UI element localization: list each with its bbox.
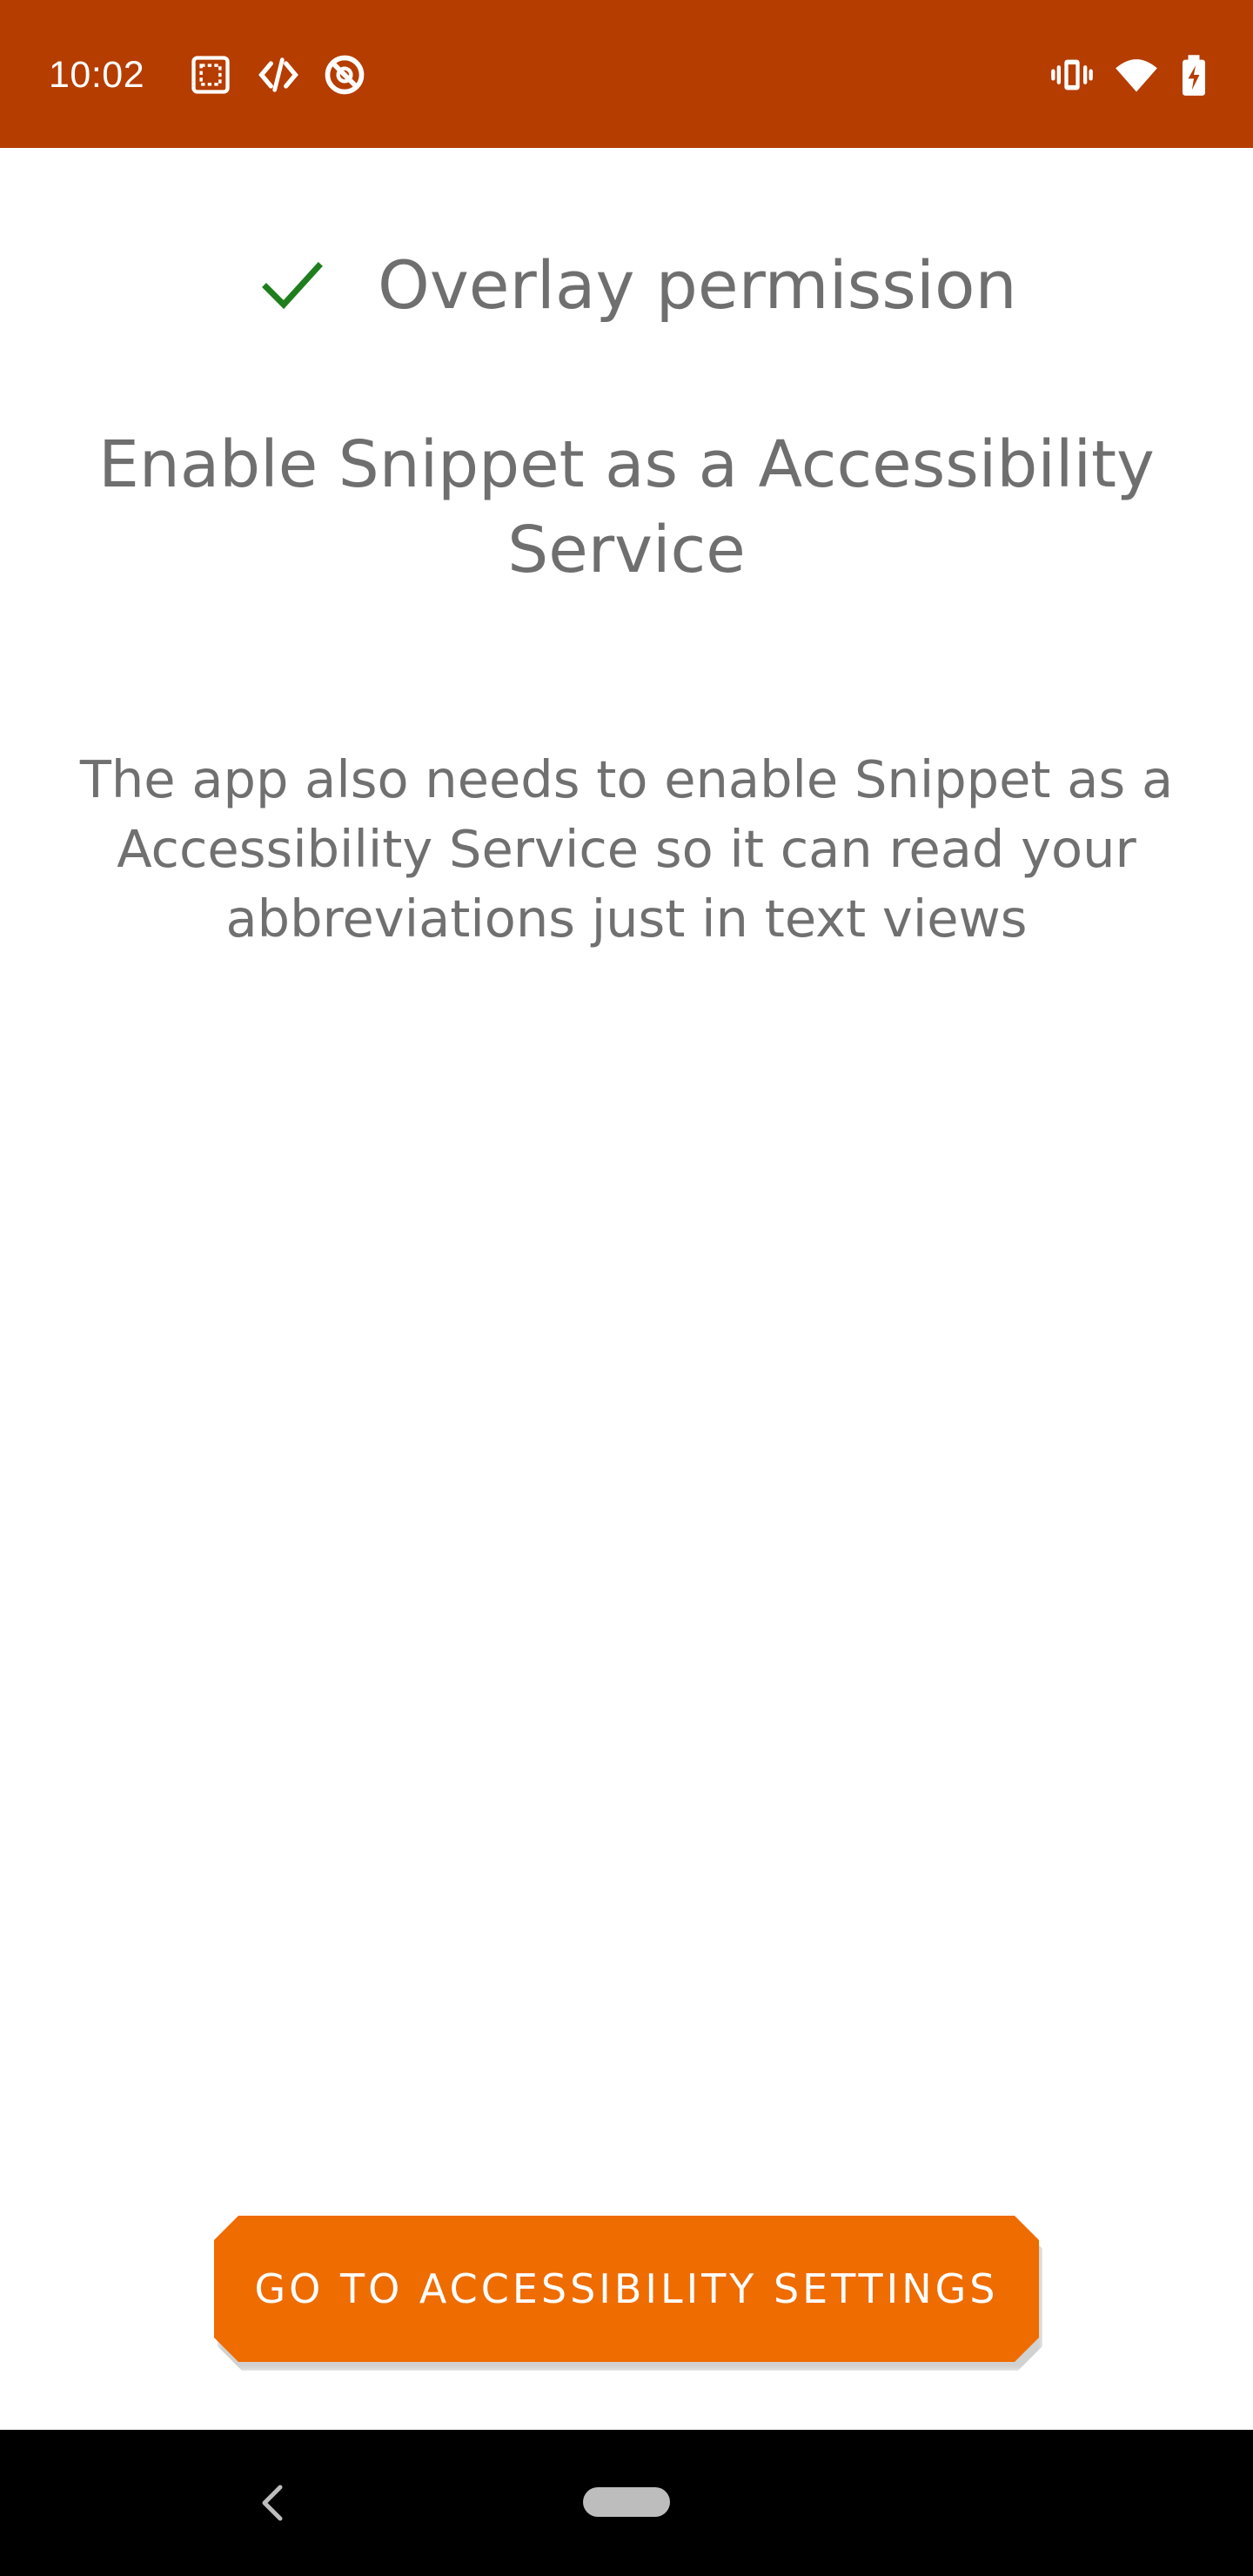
vibrate-icon <box>1049 52 1095 97</box>
screenshot-icon <box>188 52 233 97</box>
checkmark-icon <box>261 259 324 312</box>
page-title: Enable Snippet as a Accessibility Servic… <box>98 427 1155 587</box>
code-icon <box>256 52 301 97</box>
home-pill-icon[interactable] <box>583 2487 670 2517</box>
back-chevron-icon[interactable] <box>254 2479 289 2527</box>
status-time: 10:02 <box>49 54 145 96</box>
button-label: Go to Accessibility Settings <box>254 2265 999 2312</box>
navigation-bar <box>0 2430 1253 2576</box>
wifi-icon <box>1114 52 1159 97</box>
description-text: The app also needs to enable Snippet as … <box>79 749 1174 949</box>
battery-charging-icon <box>1171 52 1216 97</box>
no-disturb-icon <box>322 52 367 97</box>
permission-row: Overlay permission <box>0 233 1253 338</box>
permission-label: Overlay permission <box>378 246 1017 324</box>
screen: 10:02 Overlay permission Enable Snippet … <box>0 0 1253 2576</box>
go-to-accessibility-settings-button[interactable]: Go to Accessibility Settings <box>214 2216 1039 2362</box>
status-bar: 10:02 <box>0 0 1253 148</box>
